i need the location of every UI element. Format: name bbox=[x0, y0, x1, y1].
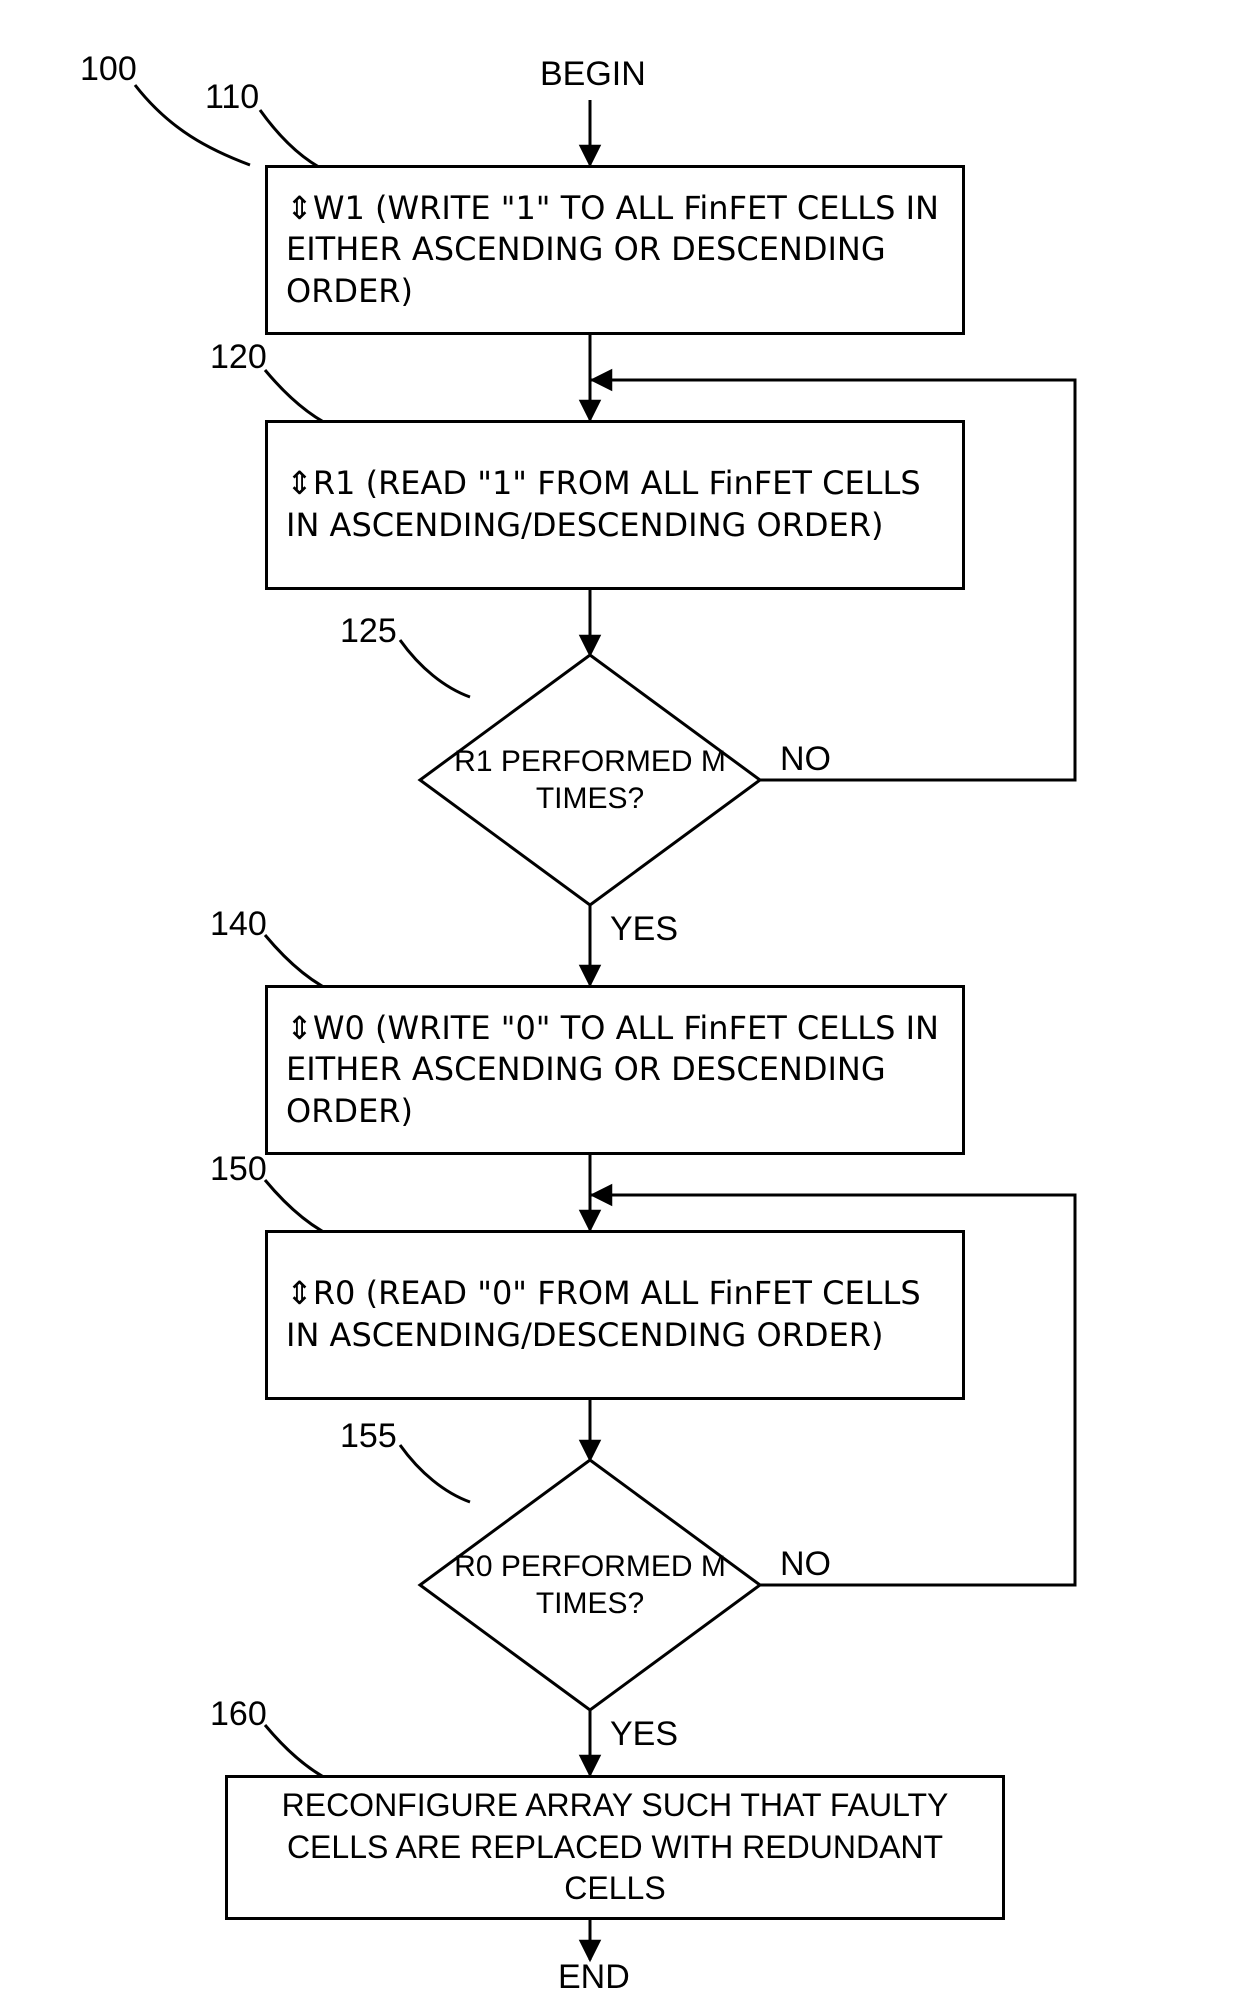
process-w1: ⇕W1 (WRITE "1" TO ALL FinFET CELLS IN EI… bbox=[265, 165, 965, 335]
ref-120: 120 bbox=[210, 338, 267, 377]
end-label: END bbox=[558, 1958, 630, 1997]
decision-155: R0 PERFORMED M TIMES? bbox=[420, 1460, 760, 1710]
process-r0-text: ⇕R0 (READ "0" FROM ALL FinFET CELLS IN A… bbox=[286, 1273, 944, 1356]
process-w0-text: ⇕W0 (WRITE "0" TO ALL FinFET CELLS IN EI… bbox=[286, 1008, 944, 1133]
ref-160: 160 bbox=[210, 1695, 267, 1734]
ref-100: 100 bbox=[80, 50, 137, 89]
flowchart-stage: BEGIN END 100 110 120 125 140 150 155 16… bbox=[0, 0, 1240, 1980]
begin-label: BEGIN bbox=[540, 55, 646, 94]
d155-no-label: NO bbox=[780, 1545, 831, 1584]
ref-155: 155 bbox=[340, 1417, 397, 1456]
decision-125: R1 PERFORMED M TIMES? bbox=[420, 655, 760, 905]
process-r1: ⇕R1 (READ "1" FROM ALL FinFET CELLS IN A… bbox=[265, 420, 965, 590]
ref-150: 150 bbox=[210, 1150, 267, 1189]
process-w1-text: ⇕W1 (WRITE "1" TO ALL FinFET CELLS IN EI… bbox=[286, 188, 944, 313]
decision-125-text: R1 PERFORMED M TIMES? bbox=[420, 655, 760, 905]
ref-125: 125 bbox=[340, 612, 397, 651]
process-w0: ⇕W0 (WRITE "0" TO ALL FinFET CELLS IN EI… bbox=[265, 985, 965, 1155]
process-reconfigure: RECONFIGURE ARRAY SUCH THAT FAULTY CELLS… bbox=[225, 1775, 1005, 1920]
process-r0: ⇕R0 (READ "0" FROM ALL FinFET CELLS IN A… bbox=[265, 1230, 965, 1400]
process-reconfigure-text: RECONFIGURE ARRAY SUCH THAT FAULTY CELLS… bbox=[246, 1785, 984, 1910]
d125-no-label: NO bbox=[780, 740, 831, 779]
d125-yes-label: YES bbox=[610, 910, 678, 949]
decision-155-text: R0 PERFORMED M TIMES? bbox=[420, 1460, 760, 1710]
d155-yes-label: YES bbox=[610, 1715, 678, 1754]
process-r1-text: ⇕R1 (READ "1" FROM ALL FinFET CELLS IN A… bbox=[286, 463, 944, 546]
ref-110: 110 bbox=[205, 78, 259, 117]
ref-140: 140 bbox=[210, 905, 267, 944]
